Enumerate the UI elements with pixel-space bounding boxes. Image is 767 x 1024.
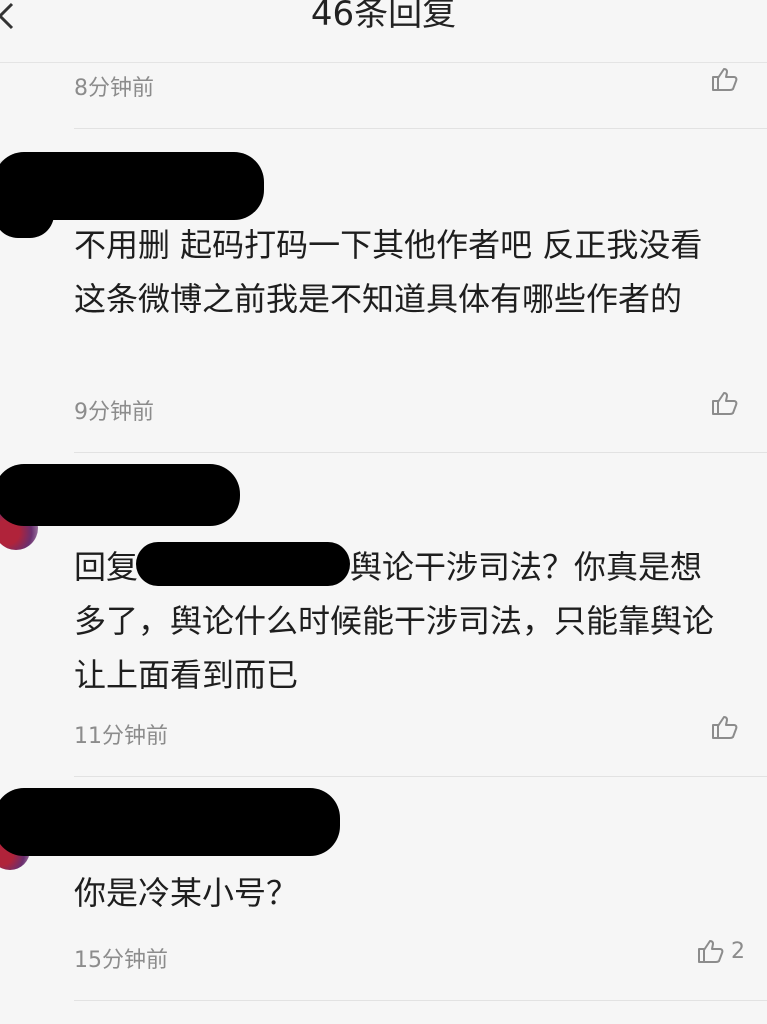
like-button[interactable] <box>711 66 745 92</box>
redacted-username <box>0 464 240 526</box>
divider <box>74 776 767 777</box>
reply-prefix: 回复 <box>74 548 139 586</box>
page-title: 46条回复 <box>310 0 457 34</box>
comment-timestamp: 8分钟前 <box>74 76 154 101</box>
redacted-mark <box>0 190 54 238</box>
comment-item: 不用删 起码打码一下其他作者吧 反正我没看这条微博之前我是不知道具体有哪些作者的… <box>0 130 767 454</box>
thumbs-up-icon <box>698 940 724 963</box>
header-bar: 46条回复 <box>0 0 767 63</box>
comment-text: 回复 舆论干涉司法？你真是想多了，舆论什么时候能干涉司法，只能靠舆论让上面看到而已 <box>74 540 734 702</box>
like-button[interactable]: 2 <box>697 938 745 964</box>
thumbs-up-icon <box>712 716 738 739</box>
comment-item: 你是冷某小号？ 15分钟前 2 <box>0 778 767 1024</box>
redacted-mention <box>136 542 351 586</box>
divider <box>74 452 767 453</box>
comment-text: 你是冷某小号？ <box>74 874 299 912</box>
comment-item: 回复 舆论干涉司法？你真是想多了，舆论什么时候能干涉司法，只能靠舆论让上面看到而已… <box>0 454 767 778</box>
redacted-username <box>0 788 340 856</box>
like-button[interactable] <box>711 714 745 740</box>
thumbs-up-icon <box>712 68 738 91</box>
comment-timestamp: 9分钟前 <box>74 400 154 425</box>
divider <box>74 128 767 129</box>
divider <box>74 1000 767 1001</box>
comment-item: 8分钟前 <box>0 62 767 130</box>
comment-timestamp: 15分钟前 <box>74 948 168 973</box>
like-button[interactable] <box>711 390 745 416</box>
thumbs-up-icon <box>712 392 738 415</box>
comment-text: 不用删 起码打码一下其他作者吧 反正我没看这条微博之前我是不知道具体有哪些作者的 <box>74 226 703 318</box>
like-count: 2 <box>731 938 745 964</box>
comment-timestamp: 11分钟前 <box>74 724 168 749</box>
